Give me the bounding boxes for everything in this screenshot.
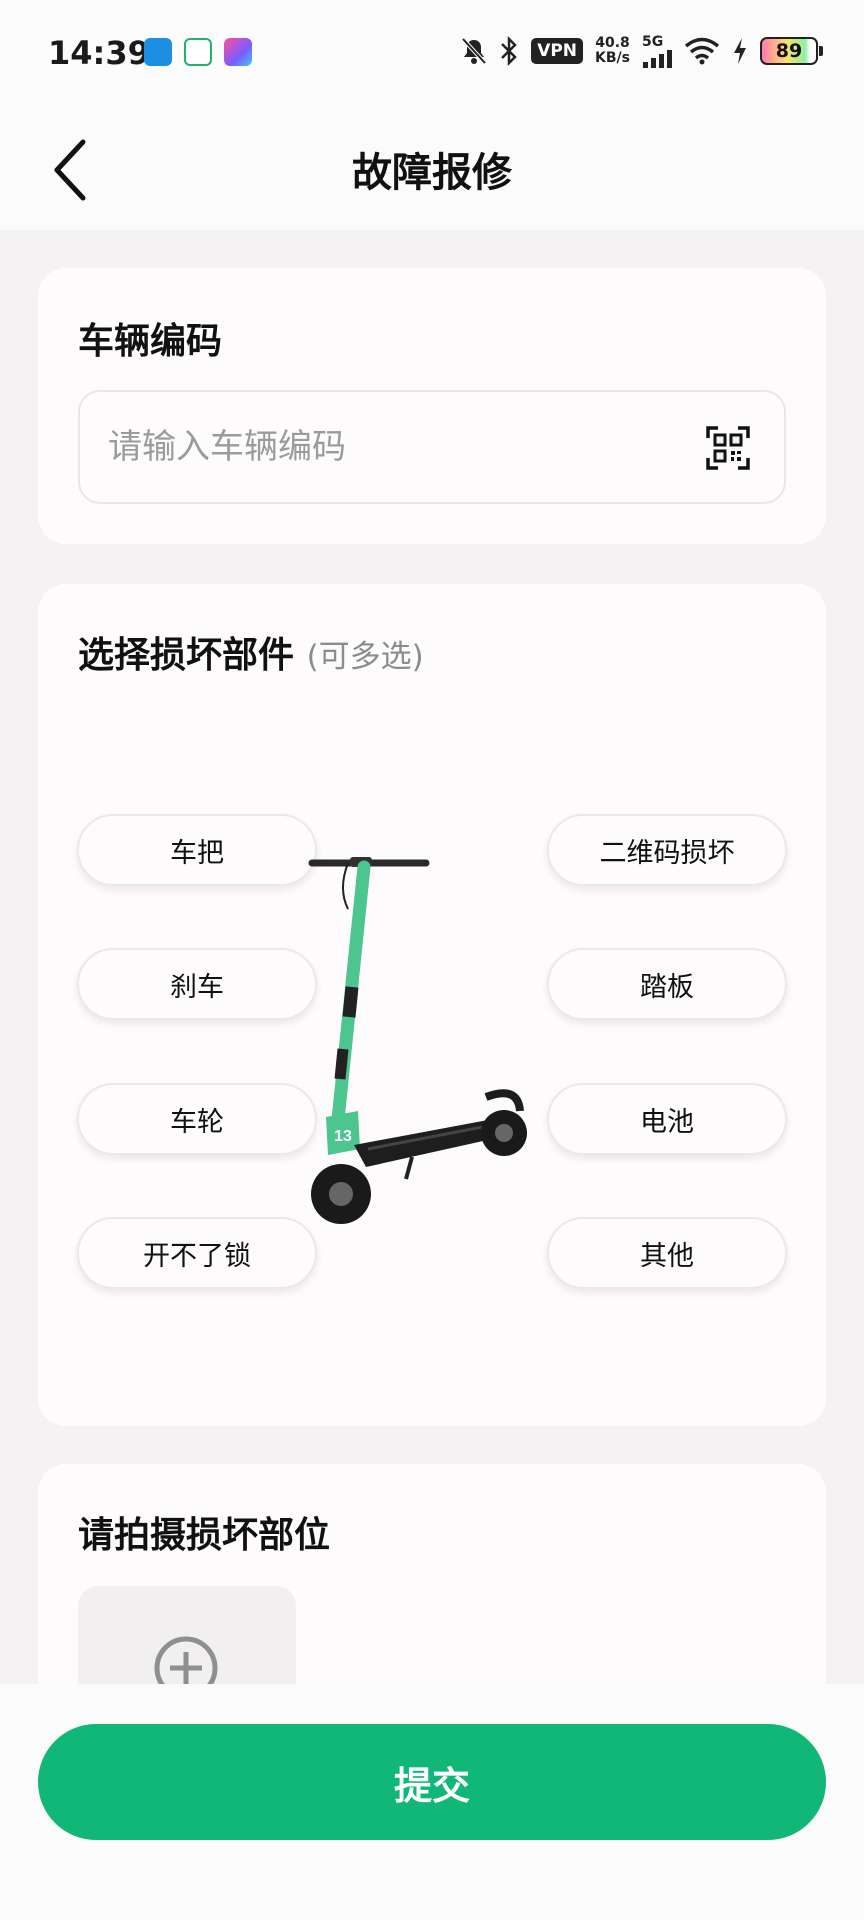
- part-battery-button[interactable]: 电池: [547, 1083, 787, 1155]
- home-app-icon: [184, 38, 212, 66]
- part-deck-button[interactable]: 踏板: [547, 948, 787, 1020]
- usb-icon: [144, 38, 172, 66]
- submit-button[interactable]: 提交: [38, 1724, 826, 1840]
- multi-select-hint: (可多选): [306, 639, 424, 675]
- network-speed: 40.8 KB/s: [595, 36, 630, 66]
- bottom-action-bar: 提交: [0, 1684, 864, 1920]
- network-speed-value: 40.8: [595, 35, 630, 51]
- damaged-parts-title: 选择损坏部件 (可多选): [78, 626, 424, 678]
- vehicle-code-title: 车辆编码: [78, 321, 223, 362]
- page-title: 故障报修: [352, 150, 512, 196]
- scan-qr-button[interactable]: [706, 426, 750, 470]
- wifi-icon: [684, 37, 720, 65]
- status-app-icons: [144, 38, 252, 66]
- vehicle-code-input[interactable]: [108, 392, 668, 502]
- svg-text:13: 13: [334, 1128, 352, 1145]
- part-wheel-button[interactable]: 车轮: [77, 1083, 317, 1155]
- cellular: 5G: [642, 34, 672, 68]
- part-other-button[interactable]: 其他: [547, 1217, 787, 1289]
- network-type: 5G: [642, 34, 664, 50]
- status-indicators: VPN 40.8 KB/s 5G 89: [461, 34, 823, 68]
- vehicle-code-field: [78, 390, 786, 504]
- vpn-badge: VPN: [531, 38, 584, 64]
- status-time: 14:39: [48, 34, 150, 72]
- part-unlock-fail-button[interactable]: 开不了锁: [77, 1217, 317, 1289]
- nav-header: 故障报修: [0, 110, 864, 230]
- charging-icon: [734, 38, 746, 64]
- part-brake-button[interactable]: 刹车: [77, 948, 317, 1020]
- damaged-parts-title-text: 选择损坏部件: [78, 635, 295, 676]
- status-bar: 14:39 VPN 40.8 KB/s 5G 89: [0, 0, 864, 110]
- bluetooth-icon: [501, 36, 517, 66]
- qr-scan-icon: [706, 426, 750, 470]
- vehicle-code-card: 车辆编码: [38, 268, 826, 544]
- part-handlebar-button[interactable]: 车把: [77, 814, 317, 886]
- battery-indicator: 89: [760, 37, 823, 65]
- signal-icon: [643, 50, 672, 68]
- flow-app-icon: [224, 38, 252, 66]
- photo-title: 请拍摄损坏部位: [78, 1515, 331, 1556]
- network-speed-unit: KB/s: [595, 50, 630, 66]
- part-qrcode-button[interactable]: 二维码损坏: [547, 814, 787, 886]
- scooter-image: 13: [308, 857, 527, 1224]
- damaged-parts-card: 选择损坏部件 (可多选) 车把 刹车 车轮 开不了锁 二维码损坏 踏板 电池 其…: [38, 584, 826, 1426]
- mute-bell-icon: [461, 37, 487, 65]
